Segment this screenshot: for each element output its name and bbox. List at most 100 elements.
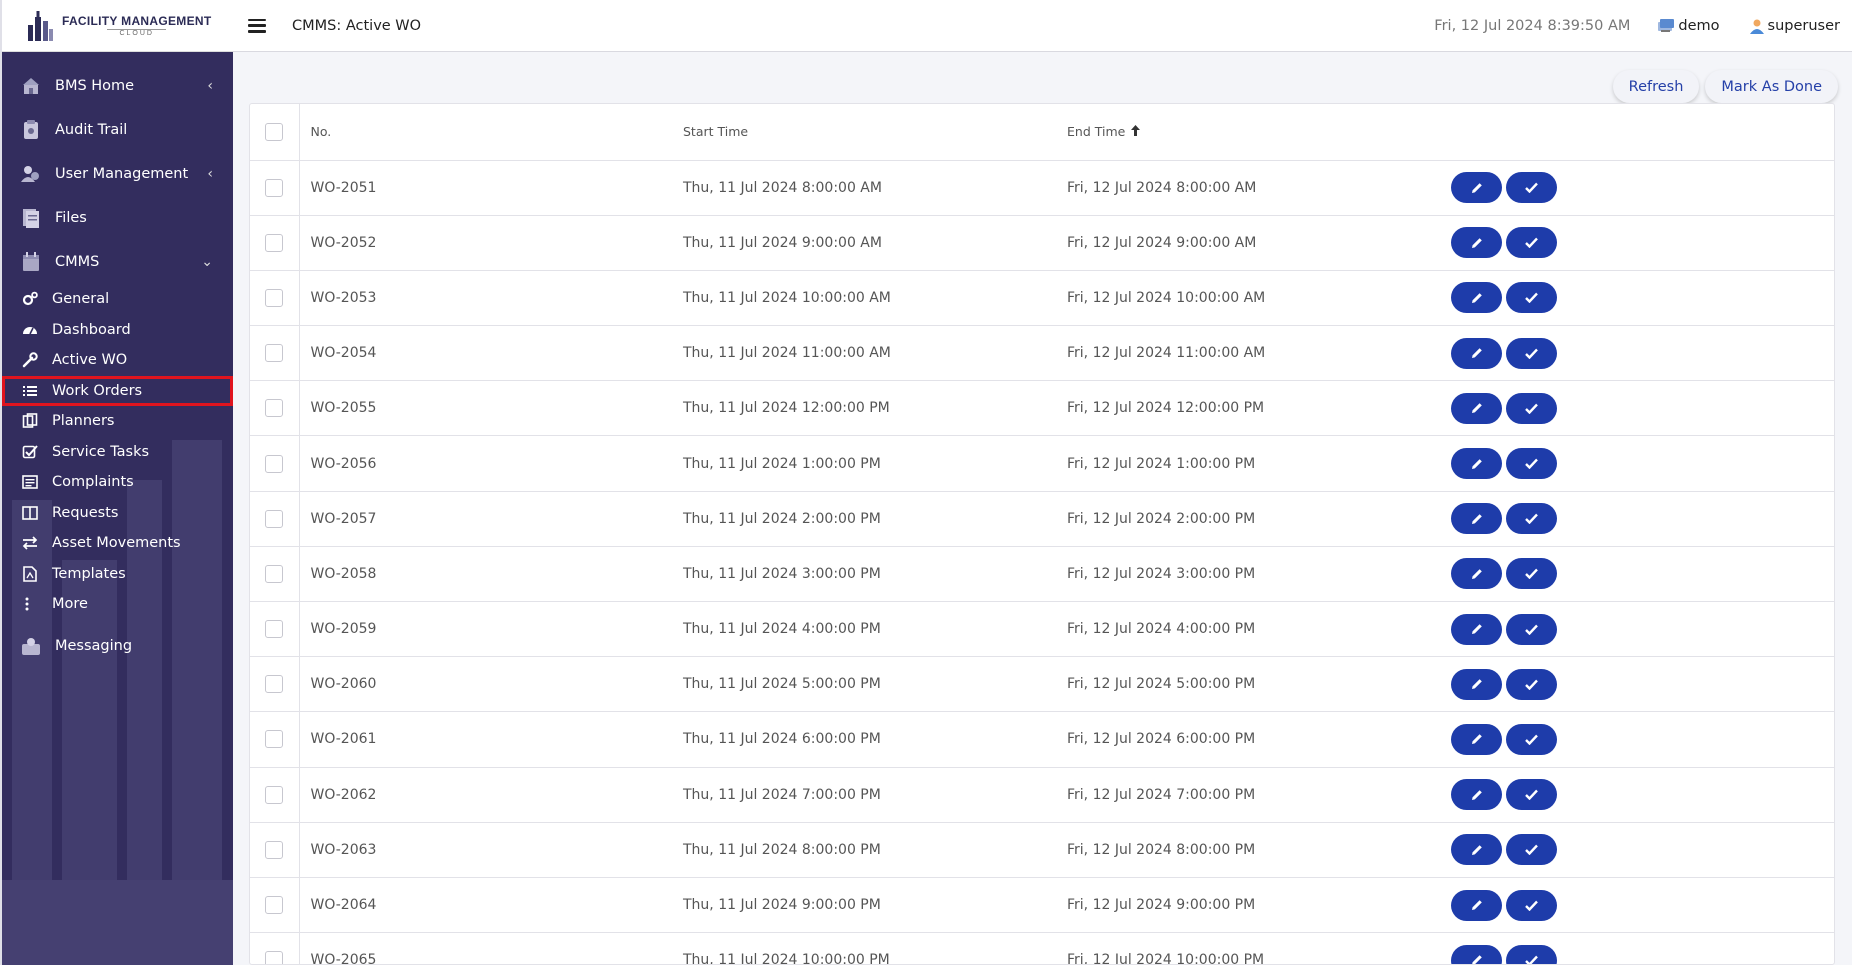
sidebar-item-cmms[interactable]: CMMS ⌄ bbox=[2, 240, 233, 284]
edit-button[interactable] bbox=[1451, 503, 1502, 535]
sidebar-subitem-service-tasks[interactable]: Service Tasks bbox=[2, 437, 233, 468]
sidebar-subitem-complaints[interactable]: Complaints bbox=[2, 467, 233, 498]
user-menu[interactable]: superuser bbox=[1749, 18, 1840, 34]
row-checkbox[interactable] bbox=[265, 840, 284, 859]
select-all-checkbox[interactable] bbox=[265, 122, 284, 141]
sidebar-subitem-active-wo[interactable]: Active WO bbox=[2, 345, 233, 376]
table-row[interactable]: WO-2062 Thu, 11 Jul 2024 7:00:00 PM Fri,… bbox=[250, 767, 1834, 823]
table-row[interactable]: WO-2052 Thu, 11 Jul 2024 9:00:00 AM Fri,… bbox=[250, 215, 1834, 271]
column-header-start-time[interactable]: Start Time bbox=[683, 104, 1067, 161]
edit-button[interactable] bbox=[1451, 558, 1502, 590]
edit-button[interactable] bbox=[1451, 613, 1502, 645]
row-checkbox[interactable] bbox=[265, 399, 284, 418]
column-header-end-time[interactable]: End Time bbox=[1067, 104, 1451, 161]
edit-button[interactable] bbox=[1451, 392, 1502, 424]
end-time-cell: Fri, 12 Jul 2024 10:00:00 AM bbox=[1067, 270, 1451, 327]
row-checkbox[interactable] bbox=[265, 785, 284, 804]
sidebar-subitem-asset-movements[interactable]: Asset Movements bbox=[2, 528, 233, 559]
start-time-cell: Thu, 11 Jul 2024 10:00:00 PM bbox=[683, 932, 1067, 964]
edit-button[interactable] bbox=[1451, 227, 1502, 259]
mark-done-button[interactable] bbox=[1506, 392, 1557, 424]
mark-done-button[interactable] bbox=[1506, 227, 1557, 259]
mark-done-button[interactable] bbox=[1506, 282, 1557, 314]
mark-done-button[interactable] bbox=[1506, 337, 1557, 369]
check-icon bbox=[1525, 734, 1538, 745]
chevron-left-icon: ‹ bbox=[207, 166, 213, 182]
table-row[interactable]: WO-2051 Thu, 11 Jul 2024 8:00:00 AM Fri,… bbox=[250, 160, 1834, 216]
row-checkbox[interactable] bbox=[265, 233, 284, 252]
edit-button[interactable] bbox=[1451, 723, 1502, 755]
table-row[interactable]: WO-2058 Thu, 11 Jul 2024 3:00:00 PM Fri,… bbox=[250, 546, 1834, 603]
brand-logo[interactable]: FACILITY MANAGEMENT CLOUD bbox=[2, 0, 233, 52]
table-row[interactable]: WO-2064 Thu, 11 Jul 2024 9:00:00 PM Fri,… bbox=[250, 877, 1834, 934]
mark-done-button[interactable] bbox=[1506, 668, 1557, 700]
row-actions-cell bbox=[1451, 601, 1834, 658]
sidebar-item-bms-home[interactable]: BMS Home ‹ bbox=[2, 64, 233, 108]
table-row[interactable]: WO-2065 Thu, 11 Jul 2024 10:00:00 PM Fri… bbox=[250, 932, 1834, 965]
edit-button[interactable] bbox=[1451, 448, 1502, 480]
sidebar-subitem-more[interactable]: More bbox=[2, 589, 233, 620]
table-row[interactable]: WO-2060 Thu, 11 Jul 2024 5:00:00 PM Fri,… bbox=[250, 656, 1834, 713]
table-row[interactable]: WO-2057 Thu, 11 Jul 2024 2:00:00 PM Fri,… bbox=[250, 491, 1834, 547]
row-checkbox[interactable] bbox=[265, 675, 284, 694]
edit-button[interactable] bbox=[1451, 834, 1502, 866]
table-row[interactable]: WO-2055 Thu, 11 Jul 2024 12:00:00 PM Fri… bbox=[250, 380, 1834, 437]
sidebar-item-audit-trail[interactable]: Audit Trail bbox=[2, 108, 233, 152]
table-row[interactable]: WO-2059 Thu, 11 Jul 2024 4:00:00 PM Fri,… bbox=[250, 601, 1834, 658]
mark-done-button[interactable] bbox=[1506, 558, 1557, 590]
row-checkbox[interactable] bbox=[265, 951, 284, 964]
edit-button[interactable] bbox=[1451, 889, 1502, 921]
sidebar-item-messaging[interactable]: Messaging bbox=[2, 624, 233, 668]
end-time: Fri, 12 Jul 2024 10:00:00 PM bbox=[1067, 952, 1265, 965]
mark-done-button[interactable] bbox=[1506, 834, 1557, 866]
hamburger-menu-icon[interactable] bbox=[248, 18, 266, 33]
mark-done-button[interactable] bbox=[1506, 944, 1557, 964]
sidebar-subitem-work-orders[interactable]: Work Orders bbox=[2, 375, 233, 406]
row-checkbox[interactable] bbox=[265, 454, 284, 473]
edit-button[interactable] bbox=[1451, 172, 1502, 204]
end-time: Fri, 12 Jul 2024 7:00:00 PM bbox=[1067, 786, 1256, 803]
wo-number: WO-2063 bbox=[310, 841, 377, 858]
row-checkbox[interactable] bbox=[265, 178, 284, 197]
row-checkbox[interactable] bbox=[265, 564, 284, 583]
mark-done-button[interactable] bbox=[1506, 172, 1557, 204]
table-row[interactable]: WO-2063 Thu, 11 Jul 2024 8:00:00 PM Fri,… bbox=[250, 822, 1834, 878]
edit-button[interactable] bbox=[1451, 668, 1502, 700]
row-checkbox[interactable] bbox=[265, 620, 284, 639]
mark-done-button[interactable] bbox=[1506, 779, 1557, 811]
start-time-cell: Thu, 11 Jul 2024 12:00:00 PM bbox=[683, 380, 1067, 437]
column-header-no[interactable]: No. bbox=[299, 104, 683, 161]
mark-as-done-button[interactable]: Mark As Done bbox=[1705, 70, 1838, 103]
sidebar-item-files[interactable]: Files bbox=[2, 196, 233, 240]
row-checkbox[interactable] bbox=[265, 288, 284, 307]
site-selector[interactable]: demo bbox=[1658, 18, 1720, 34]
edit-button[interactable] bbox=[1451, 282, 1502, 314]
sidebar-subitem-templates[interactable]: Templates bbox=[2, 559, 233, 590]
sidebar-subitem-general[interactable]: General bbox=[2, 284, 233, 315]
mark-done-button[interactable] bbox=[1506, 613, 1557, 645]
sidebar-subitem-dashboard[interactable]: Dashboard bbox=[2, 315, 233, 346]
sidebar-item-user-management[interactable]: User Management ‹ bbox=[2, 152, 233, 196]
mark-done-button[interactable] bbox=[1506, 448, 1557, 480]
table-row[interactable]: WO-2056 Thu, 11 Jul 2024 1:00:00 PM Fri,… bbox=[250, 435, 1834, 492]
pencil-icon bbox=[1471, 900, 1482, 911]
column-header-label: No. bbox=[310, 124, 332, 140]
row-checkbox[interactable] bbox=[265, 344, 284, 363]
mark-done-button[interactable] bbox=[1506, 503, 1557, 535]
table-row[interactable]: WO-2053 Thu, 11 Jul 2024 10:00:00 AM Fri… bbox=[250, 270, 1834, 327]
edit-button[interactable] bbox=[1451, 779, 1502, 811]
table-row[interactable]: WO-2054 Thu, 11 Jul 2024 11:00:00 AM Fri… bbox=[250, 325, 1834, 382]
row-checkbox[interactable] bbox=[265, 730, 284, 749]
row-checkbox[interactable] bbox=[265, 896, 284, 915]
mark-done-button[interactable] bbox=[1506, 889, 1557, 921]
refresh-button[interactable]: Refresh bbox=[1612, 70, 1700, 103]
table-row[interactable]: WO-2061 Thu, 11 Jul 2024 6:00:00 PM Fri,… bbox=[250, 711, 1834, 768]
row-checkbox[interactable] bbox=[265, 509, 284, 528]
sidebar-subitem-planners[interactable]: Planners bbox=[2, 406, 233, 437]
sidebar-subitem-requests[interactable]: Requests bbox=[2, 498, 233, 529]
end-time-cell: Fri, 12 Jul 2024 8:00:00 AM bbox=[1067, 160, 1451, 216]
edit-button[interactable] bbox=[1451, 337, 1502, 369]
mark-done-button[interactable] bbox=[1506, 723, 1557, 755]
more-vertical-icon bbox=[22, 596, 38, 612]
edit-button[interactable] bbox=[1451, 944, 1502, 964]
